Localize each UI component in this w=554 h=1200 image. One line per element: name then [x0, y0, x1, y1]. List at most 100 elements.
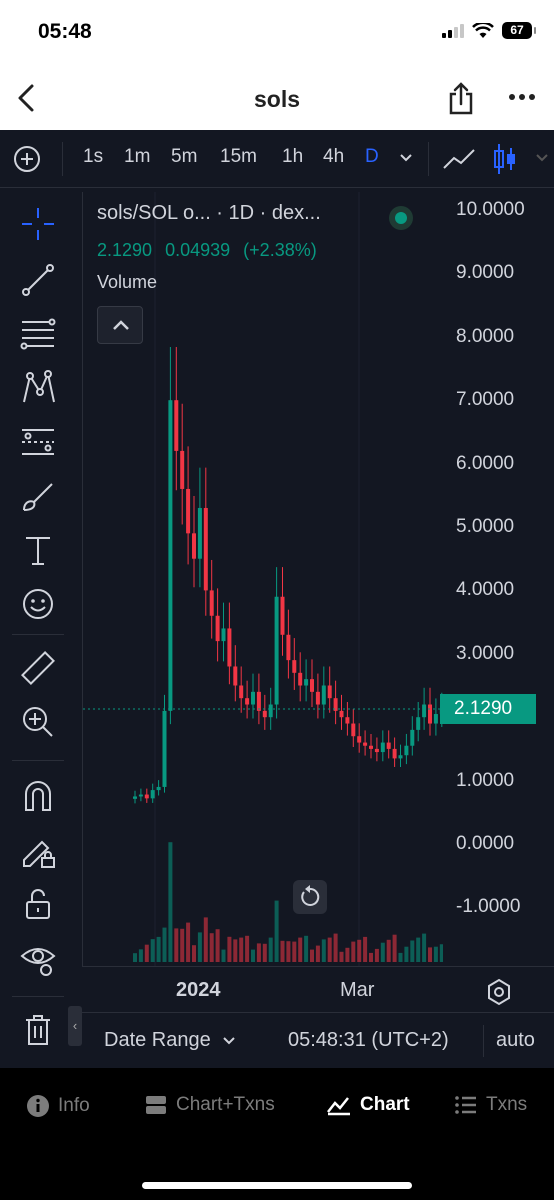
tab-chart-label: Chart — [360, 1094, 410, 1115]
volume-bar — [215, 929, 220, 962]
candle-body — [433, 714, 438, 724]
volume-bar — [144, 944, 149, 962]
candle-body — [286, 634, 291, 661]
trash-icon[interactable] — [18, 1010, 58, 1050]
share-icon[interactable] — [446, 80, 476, 116]
timeframe-d[interactable]: D — [365, 146, 379, 168]
price-axis[interactable]: 10.0000 9.0000 8.0000 7.0000 6.0000 5.0000 4.0… — [440, 192, 554, 966]
fib-retracement-icon[interactable] — [18, 314, 58, 354]
price-tick: 0.0000 — [456, 833, 515, 854]
volume-bar — [239, 937, 244, 962]
timeframe-4h[interactable]: 4h — [323, 146, 344, 168]
date-range-label: Date Range — [104, 1029, 211, 1051]
tab-chart-txns[interactable]: Chart+Txns — [144, 1094, 275, 1116]
time-zone-clock[interactable]: 05:48:31 (UTC+2) — [288, 1029, 449, 1052]
volume-bar — [315, 945, 320, 962]
add-indicator-icon[interactable] — [12, 144, 42, 174]
candle-body — [251, 691, 255, 705]
candles-chart-type-icon[interactable] — [492, 142, 518, 176]
candle-body — [380, 742, 385, 753]
date-range-button[interactable]: Date Range — [104, 1029, 236, 1052]
price-tick: 1.0000 — [456, 769, 515, 791]
time-tick-month: Mar — [340, 979, 375, 1001]
candle-body — [162, 710, 167, 787]
lock-drawing-icon[interactable] — [18, 830, 58, 870]
candle-body — [315, 691, 320, 705]
chevron-up-icon — [113, 320, 129, 330]
volume-bar — [268, 937, 273, 962]
candle-body — [410, 729, 415, 746]
zoom-in-icon[interactable] — [18, 702, 58, 742]
volume-bar — [245, 935, 250, 962]
text-tool-icon[interactable] — [18, 530, 58, 570]
collapse-toolbar-button[interactable]: ‹ — [68, 1006, 82, 1046]
chart-app: 1s 1m 5m 15m 1h 4h D ‹ sols/SOL o... · 1… — [0, 130, 554, 1068]
chart-settings-icon[interactable] — [482, 975, 516, 1009]
ruler-icon[interactable] — [18, 648, 58, 688]
candle-body — [369, 745, 373, 749]
timeframe-1m[interactable]: 1m — [124, 146, 150, 168]
timeframe-15m[interactable]: 15m — [220, 146, 257, 168]
prediction-icon[interactable] — [18, 422, 58, 462]
candle-body — [374, 748, 379, 753]
candle-body — [144, 794, 149, 799]
list-icon — [455, 1096, 476, 1114]
volume-bar — [380, 942, 385, 962]
legend-collapse-button[interactable] — [97, 306, 143, 344]
volume-bar — [404, 946, 409, 962]
volume-bar — [398, 952, 403, 962]
time-axis[interactable]: 2024 Mar — [82, 966, 554, 1012]
close-value: 2.1290 — [97, 240, 153, 260]
more-options-icon[interactable] — [506, 84, 538, 110]
volume-bar — [392, 934, 397, 962]
volume-bar — [203, 917, 208, 962]
last-price-label: 2.1290 — [440, 694, 536, 725]
volume-bar — [433, 946, 438, 962]
timeframe-5m[interactable]: 5m — [171, 146, 197, 168]
tab-chart[interactable]: Chart — [326, 1094, 410, 1116]
volume-bar — [251, 949, 255, 962]
volume-legend: Volume — [97, 272, 158, 292]
price-tick: 7.0000 — [456, 389, 515, 411]
price-tick: 5.0000 — [456, 516, 515, 537]
chart-pane[interactable]: sols/SOL o... · 1D · dex... 2.1290 0.049… — [82, 192, 443, 966]
chart-type-dropdown-icon[interactable] — [534, 152, 550, 164]
candle-body — [327, 685, 332, 699]
candle-body — [239, 685, 244, 699]
price-tick: 10.0000 — [456, 199, 525, 220]
crosshair-icon[interactable] — [18, 204, 58, 244]
candle-body — [215, 615, 220, 642]
home-indicator — [142, 1182, 412, 1189]
unlock-icon[interactable] — [18, 884, 58, 924]
volume-bar — [369, 952, 373, 962]
trend-line-icon[interactable] — [18, 260, 58, 300]
magnet-icon[interactable] — [18, 776, 58, 816]
candle-body — [274, 596, 279, 705]
visibility-icon[interactable] — [18, 938, 58, 978]
candle-body — [310, 679, 314, 692]
emoji-icon[interactable] — [18, 584, 58, 624]
volume-bar — [321, 939, 326, 962]
chart-icon — [327, 1097, 350, 1116]
battery-icon: 67 — [502, 22, 536, 39]
reset-chart-button[interactable] — [293, 880, 327, 914]
auto-scale-button[interactable]: auto — [496, 1029, 535, 1052]
brush-icon[interactable] — [18, 476, 58, 516]
symbol-legend[interactable]: sols/SOL o... · 1D · dex... — [97, 202, 321, 225]
tab-info[interactable]: Info — [26, 1094, 90, 1118]
timeframe-1h[interactable]: 1h — [282, 146, 303, 168]
tab-txns[interactable]: Txns — [454, 1094, 527, 1116]
volume-bar — [221, 949, 226, 962]
ohlc-values: 2.1290 0.04939 (+2.38%) — [97, 240, 325, 261]
volume-bar — [339, 951, 344, 962]
candle-body — [280, 596, 285, 635]
timeframe-1s[interactable]: 1s — [83, 146, 103, 168]
market-status-icon — [389, 206, 413, 230]
pattern-icon[interactable] — [18, 368, 58, 408]
candle-body — [233, 666, 238, 686]
volume-bar — [156, 936, 161, 962]
line-chart-type-icon[interactable] — [442, 144, 476, 174]
timeframe-dropdown-icon[interactable] — [398, 152, 414, 164]
volume-bar — [327, 937, 332, 962]
volume-bar — [227, 936, 232, 962]
